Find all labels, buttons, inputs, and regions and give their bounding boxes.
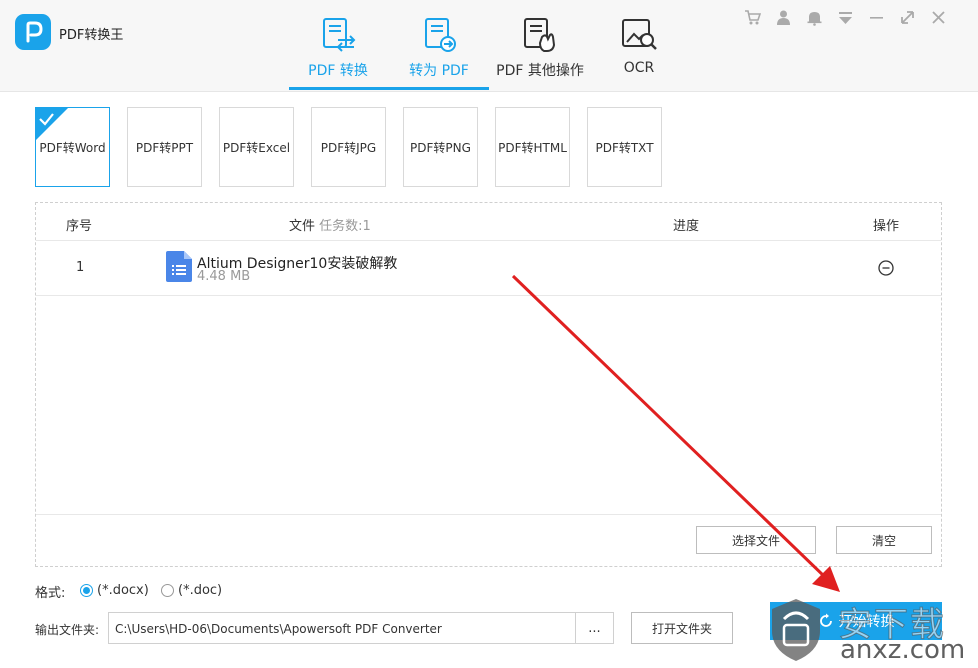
radio-dot [80, 584, 93, 597]
tab-to-pdf[interactable]: 转为 PDF [404, 0, 474, 92]
radio-label: (*.doc) [178, 583, 223, 598]
pdf-tools-icon [524, 18, 556, 52]
output-folder-label: 输出文件夹: [35, 623, 100, 637]
format-card-label: PDF转HTML [498, 140, 567, 155]
header-action: 操作 [873, 219, 900, 234]
minimize-icon[interactable] [867, 8, 886, 26]
close-icon[interactable] [929, 8, 948, 26]
shield-logo-icon [772, 599, 820, 661]
file-table: 序号 文件 任务数:1 进度 操作 1 Altium Designer10安装破… [35, 202, 942, 567]
tab-pdf-convert[interactable]: PDF 转换 [296, 0, 380, 92]
footer-divider [36, 514, 941, 515]
radio-dot [161, 584, 174, 597]
file-size: 4.48 MB [197, 269, 251, 284]
select-file-button[interactable]: 选择文件 [696, 526, 816, 554]
format-card-label: PDF转Excel [222, 140, 291, 155]
tab-label: OCR [623, 60, 655, 76]
format-label: 格式: [35, 586, 66, 601]
format-card-txt[interactable]: PDF转TXT [587, 107, 662, 187]
format-card-label: PDF转PNG [410, 140, 471, 155]
open-folder-button[interactable]: 打开文件夹 [631, 612, 733, 644]
radio-label: (*.docx) [97, 583, 149, 598]
remove-file-icon[interactable] [878, 260, 894, 276]
tab-ocr[interactable]: OCR [617, 0, 661, 92]
tab-label: PDF 转换 [308, 63, 368, 79]
menu-icon[interactable] [836, 8, 855, 26]
pdf-convert-icon [323, 18, 356, 52]
row-index: 1 [76, 260, 85, 275]
active-tab-indicator [289, 87, 489, 90]
header-index: 序号 [66, 219, 93, 234]
format-card-label: PDF转JPG [320, 140, 377, 155]
maximize-icon[interactable] [898, 8, 917, 26]
radio-docx[interactable]: (*.docx) [80, 583, 149, 598]
format-card-word[interactable]: PDF转Word [35, 107, 110, 187]
format-card-label: PDF转Word [39, 140, 106, 155]
cart-icon[interactable] [743, 8, 762, 26]
tab-pdf-tools[interactable]: PDF 其他操作 [495, 0, 585, 92]
tab-label: 转为 PDF [409, 63, 469, 79]
watermark-site: anxz.com [840, 635, 966, 665]
site-watermark: 安下载 anxz.com [762, 595, 978, 668]
user-icon[interactable] [774, 8, 793, 26]
format-card-label: PDF转TXT [595, 140, 654, 155]
header-progress: 进度 [673, 219, 700, 234]
app-header: PDF转换王 PDF 转换 转为 PDF PDF 其他操作 OCR [0, 0, 978, 92]
app-logo [15, 14, 51, 50]
window-controls [743, 8, 948, 26]
header-divider [36, 240, 941, 241]
output-path-field[interactable]: C:\Users\HD-06\Documents\Apowersoft PDF … [108, 612, 576, 644]
row-divider [36, 295, 941, 296]
to-pdf-icon [425, 18, 456, 52]
app-title: PDF转换王 [59, 28, 124, 43]
format-card-png[interactable]: PDF转PNG [403, 107, 478, 187]
format-card-html[interactable]: PDF转HTML [495, 107, 570, 187]
clear-button[interactable]: 清空 [836, 526, 932, 554]
checkmark-icon [35, 107, 69, 141]
radio-doc[interactable]: (*.doc) [161, 583, 222, 598]
browse-button[interactable]: ... [576, 612, 614, 644]
header-file: 文件 任务数:1 [289, 215, 371, 234]
format-card-label: PDF转PPT [135, 140, 194, 155]
logo-p-icon [26, 21, 43, 43]
ocr-icon [622, 19, 657, 50]
task-count: 任务数:1 [319, 219, 371, 234]
word-doc-icon [166, 251, 192, 282]
header-file-label: 文件 [289, 219, 316, 234]
format-card-excel[interactable]: PDF转Excel [219, 107, 294, 187]
bell-icon[interactable] [805, 8, 824, 26]
format-card-ppt[interactable]: PDF转PPT [127, 107, 202, 187]
format-card-jpg[interactable]: PDF转JPG [311, 107, 386, 187]
tab-label: PDF 其他操作 [496, 63, 584, 79]
